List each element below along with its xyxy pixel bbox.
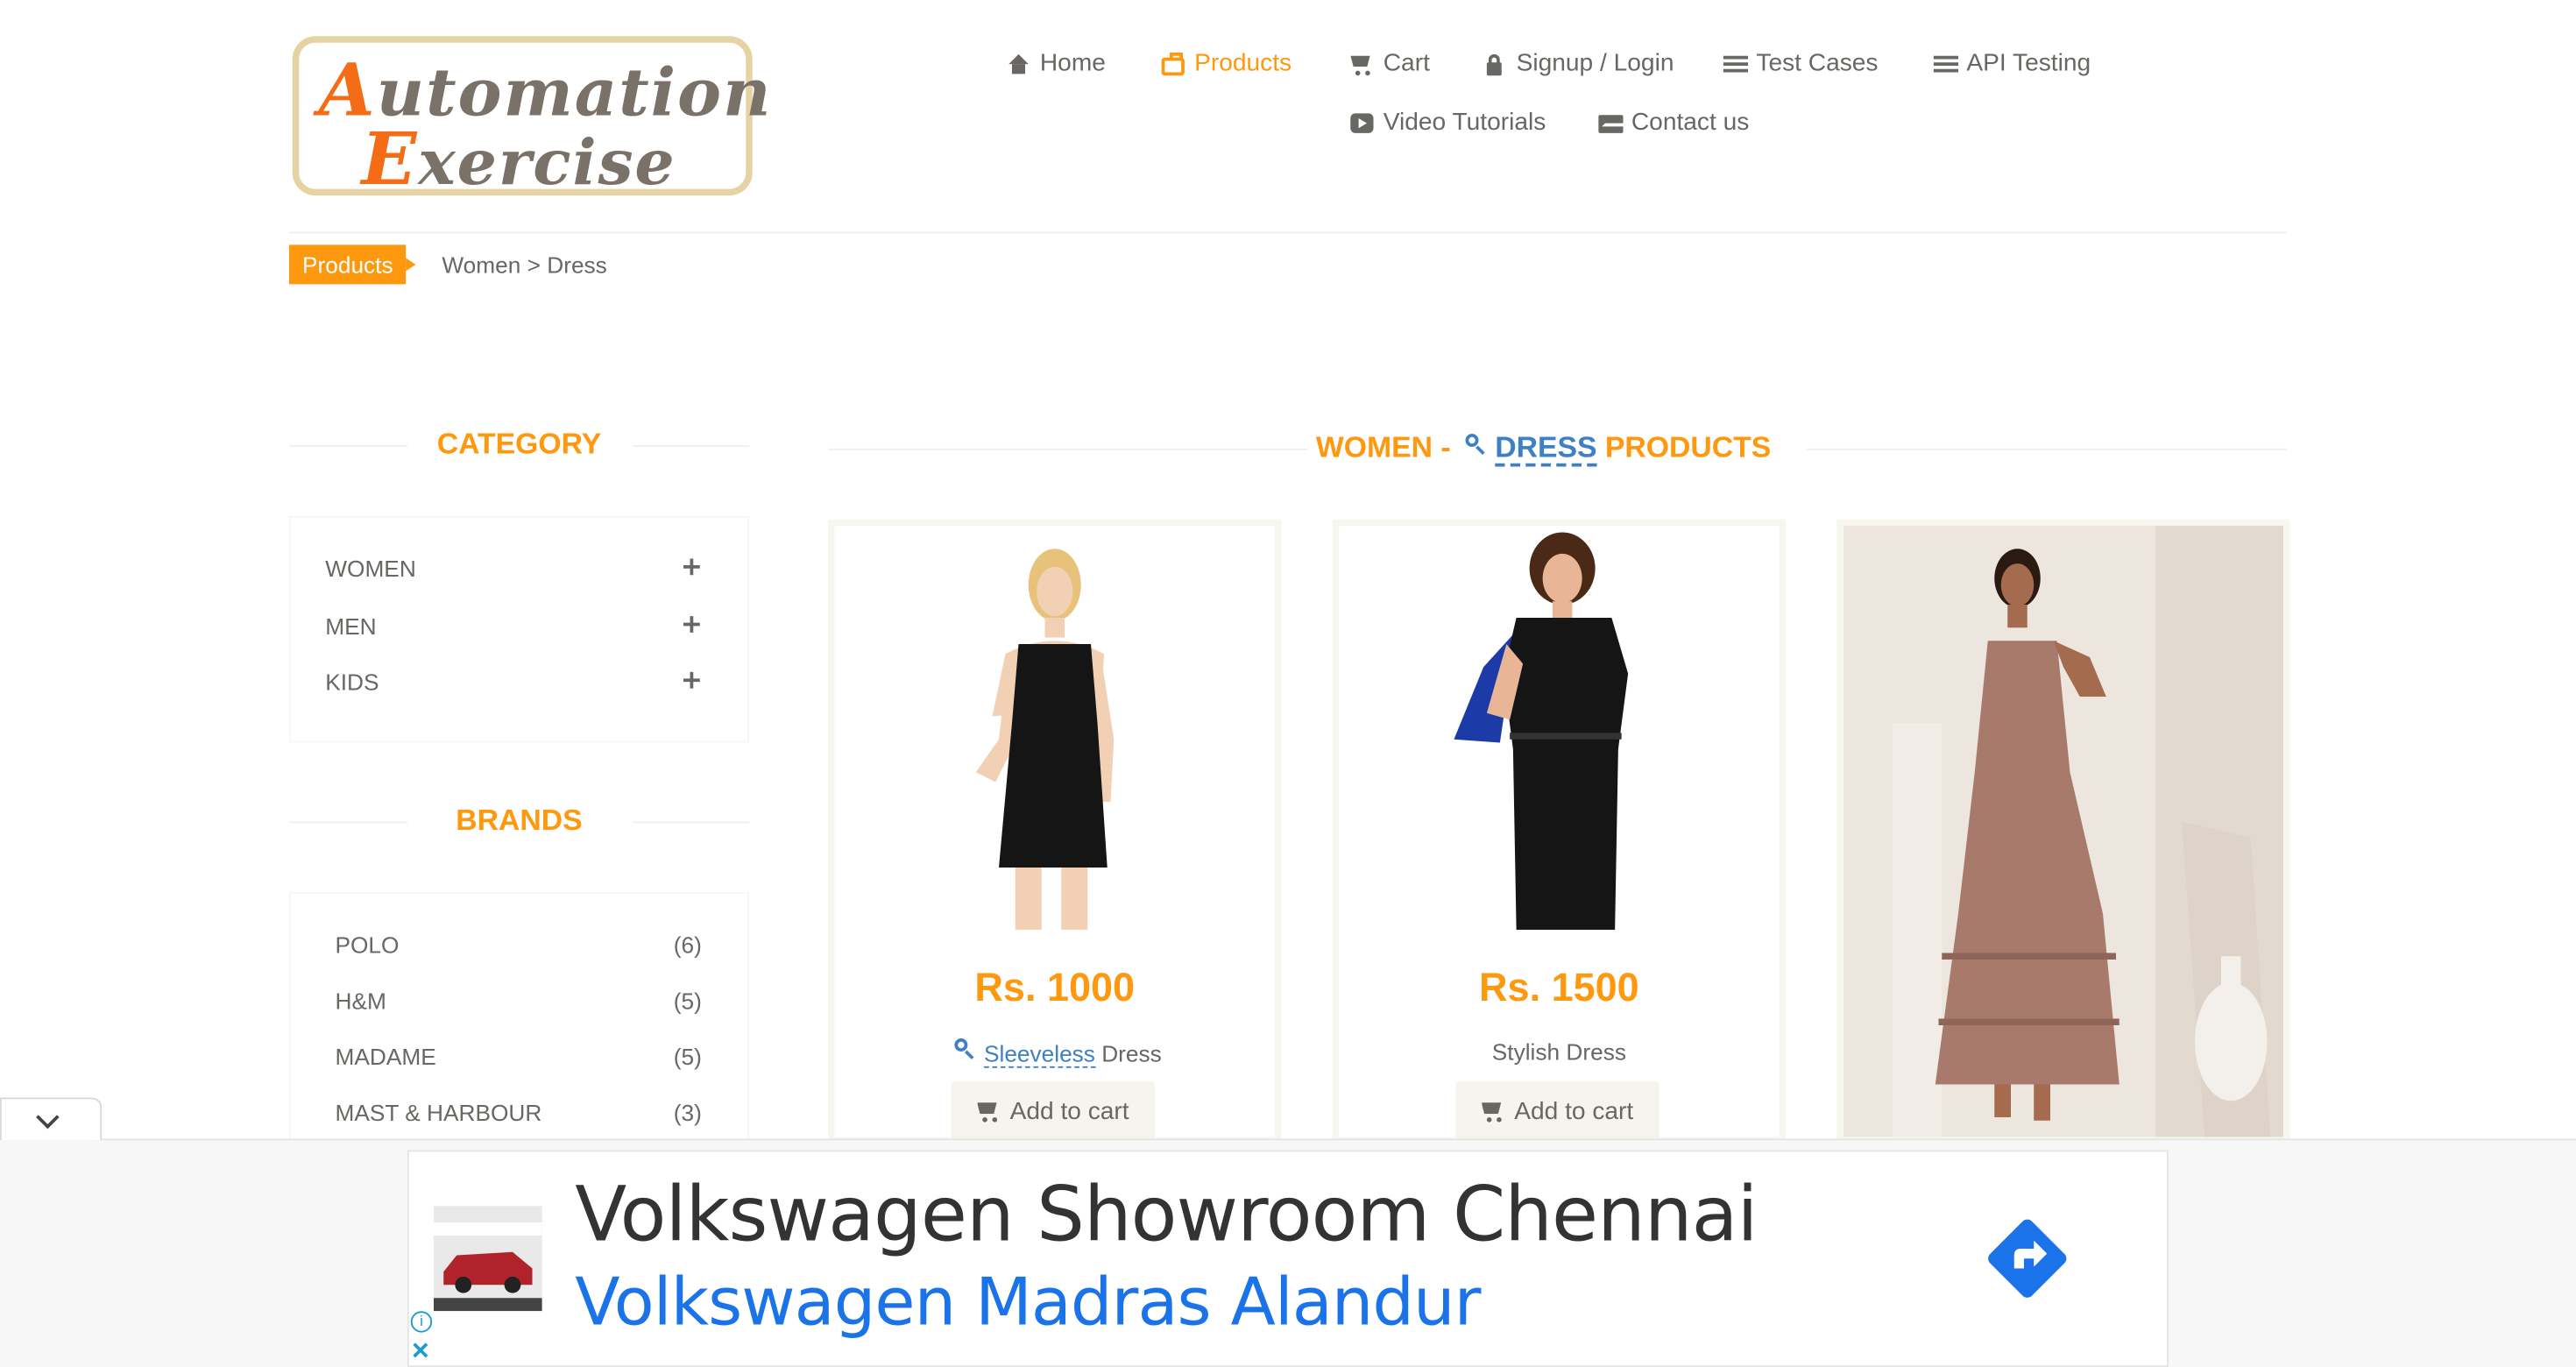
- brand-mast-harbour-count: (3): [673, 1099, 702, 1126]
- add-to-cart-button[interactable]: Add to cart: [951, 1080, 1156, 1141]
- nav-cart-label: Cart: [1383, 49, 1430, 78]
- logo-line-2-rest: xercise: [418, 124, 676, 199]
- product-name: Sleeveless Dress: [835, 1038, 1276, 1068]
- category-kids[interactable]: KIDS: [325, 669, 379, 695]
- product-name: Stylish Dress: [1491, 1038, 1626, 1065]
- product-name-highlight[interactable]: Sleeveless: [983, 1039, 1095, 1068]
- cart-icon: [1350, 52, 1373, 75]
- youtube-icon: [1350, 111, 1374, 134]
- briefcase-icon: [1161, 53, 1185, 76]
- brand-polo-count: (6): [673, 931, 702, 959]
- envelope-icon: [1598, 111, 1624, 134]
- breadcrumb-tag[interactable]: Products: [289, 244, 417, 285]
- products-section-title: WOMEN - DRESS PRODUCTS: [1315, 430, 1772, 467]
- logo-line-2: Exercise: [361, 118, 676, 202]
- title-highlight-link[interactable]: DRESS: [1495, 430, 1597, 467]
- category-title: CATEGORY: [436, 427, 602, 461]
- page: Automation Exercise Home Products Cart S…: [0, 0, 2576, 1367]
- chevron-down-icon: [36, 1105, 60, 1130]
- brand-polo[interactable]: POLO: [336, 931, 400, 958]
- ad-title[interactable]: Volkswagen Showroom Chennai: [575, 1170, 1758, 1258]
- brands-title-line-left: [289, 821, 407, 824]
- category-women[interactable]: WOMEN: [325, 556, 416, 582]
- nav-products-label: Products: [1194, 49, 1292, 78]
- nav-home[interactable]: Home: [1007, 49, 1106, 77]
- list-icon: [1933, 52, 1958, 74]
- nav-test-cases[interactable]: Test Cases: [1723, 49, 1879, 77]
- product-image: [1843, 526, 2284, 1137]
- brands-title-line-right: [632, 821, 749, 824]
- ad-thumbnail[interactable]: [434, 1206, 542, 1312]
- brands-title: BRANDS: [456, 803, 583, 837]
- search-icon: [1465, 434, 1489, 457]
- expand-men-icon[interactable]: [683, 616, 700, 633]
- ad-close-icon[interactable]: ✕: [411, 1337, 430, 1365]
- title-prefix: WOMEN -: [1315, 430, 1459, 464]
- product-image: [834, 526, 1275, 931]
- add-to-cart-button[interactable]: Add to cart: [1455, 1080, 1660, 1141]
- product-price: Rs. 1500: [1479, 966, 1639, 1011]
- ad-subtitle[interactable]: Volkswagen Madras Alandur: [575, 1265, 1481, 1341]
- brand-madame-count: (5): [673, 1043, 702, 1070]
- product-image: [1339, 526, 1780, 931]
- brand-hm[interactable]: H&M: [336, 988, 386, 1014]
- brand-mast-harbour[interactable]: MAST & HARBOUR: [336, 1099, 542, 1125]
- product-card: [1836, 519, 2290, 1144]
- title-suffix: PRODUCTS: [1596, 430, 1772, 464]
- nav-api-testing[interactable]: API Testing: [1933, 49, 2091, 78]
- ad-collapse-button[interactable]: [0, 1097, 103, 1141]
- product-card: Rs. 1000 Sleeveless Dress Add to cart: [828, 519, 1282, 1144]
- cart-icon: [1482, 1099, 1504, 1123]
- product-name-rest: Dress: [1094, 1039, 1162, 1066]
- nav-api-testing-label: API Testing: [1966, 49, 2091, 78]
- nav-home-label: Home: [1039, 49, 1106, 78]
- list-icon: [1723, 52, 1748, 74]
- site-logo[interactable]: Automation Exercise: [292, 36, 770, 202]
- nav-products[interactable]: Products: [1161, 49, 1292, 78]
- add-to-cart-label: Add to cart: [1009, 1096, 1129, 1125]
- nav-video-tutorials[interactable]: Video Tutorials: [1350, 109, 1546, 137]
- expand-women-icon[interactable]: [683, 558, 700, 576]
- cart-icon: [977, 1099, 1000, 1123]
- nav-cart[interactable]: Cart: [1350, 49, 1430, 77]
- nav-test-cases-label: Test Cases: [1756, 49, 1879, 78]
- home-icon: [1007, 52, 1030, 74]
- expand-kids-icon[interactable]: [683, 671, 700, 689]
- nav-contact-us[interactable]: Contact us: [1598, 109, 1749, 137]
- product-card: Rs. 1500 Stylish Dress Add to cart: [1332, 519, 1787, 1144]
- lock-icon: [1483, 52, 1506, 75]
- brand-hm-count: (5): [673, 987, 702, 1014]
- category-title-line-left: [289, 445, 407, 447]
- brand-madame[interactable]: MADAME: [336, 1044, 436, 1070]
- product-price: Rs. 1000: [974, 966, 1136, 1011]
- directions-arrow-icon[interactable]: [1985, 1216, 2070, 1302]
- category-title-line-right: [632, 445, 749, 447]
- nav-signup-label: Signup / Login: [1516, 49, 1674, 78]
- breadcrumb-path: Women > Dress: [442, 251, 607, 278]
- main-title-line-right: [1807, 448, 2287, 450]
- nav-video-label: Video Tutorials: [1383, 108, 1546, 137]
- nav-signup-login[interactable]: Signup / Login: [1483, 49, 1674, 77]
- header-divider: [289, 231, 2287, 234]
- ad-info-icon[interactable]: i: [410, 1311, 433, 1333]
- nav-contact-label: Contact us: [1631, 108, 1750, 137]
- main-title-line-left: [828, 448, 1308, 450]
- category-men[interactable]: MEN: [325, 613, 376, 639]
- add-to-cart-label: Add to cart: [1514, 1096, 1634, 1125]
- search-icon: [954, 1038, 977, 1061]
